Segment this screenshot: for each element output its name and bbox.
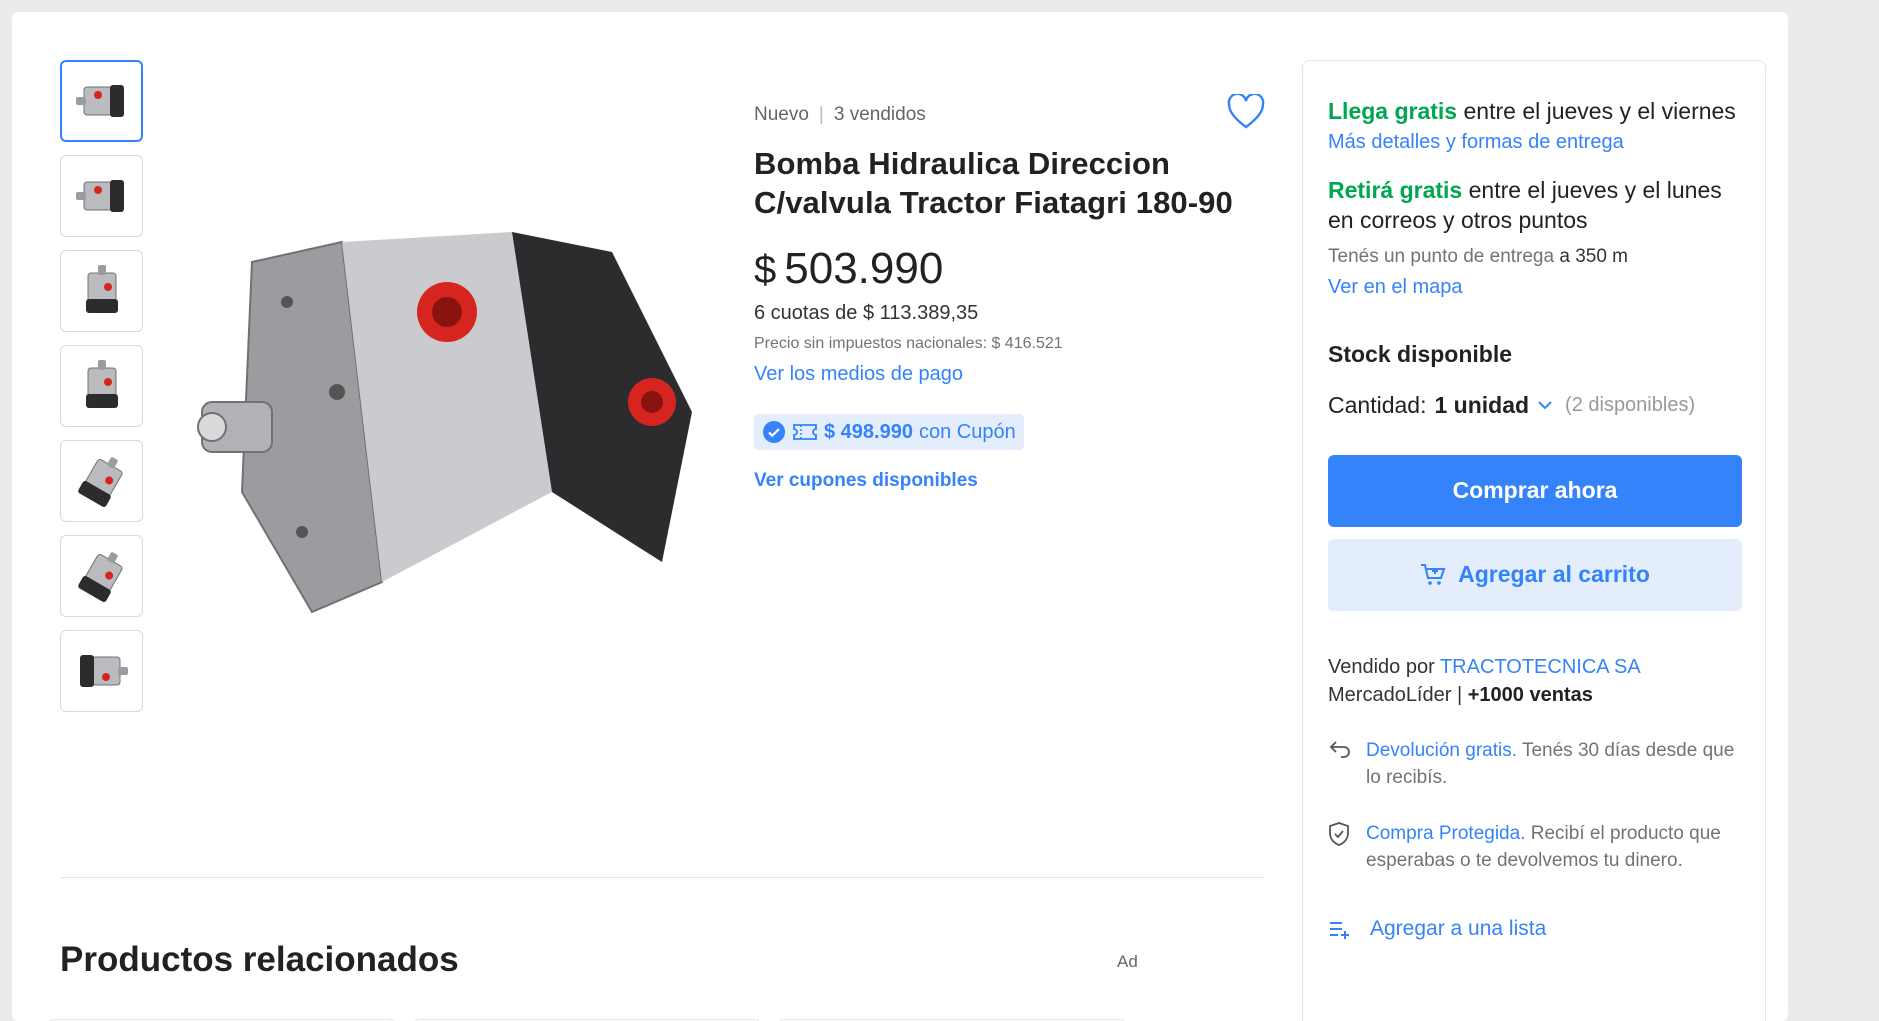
available-coupons-link[interactable]: Ver cupones disponibles: [754, 470, 1274, 492]
quantity-selector[interactable]: Cantidad: 1 unidad (2 disponibles): [1328, 392, 1740, 419]
favorite-button[interactable]: [1227, 92, 1265, 130]
condition-label: Nuevo: [754, 104, 809, 125]
product-info: Nuevo | 3 vendidos Bomba Hidraulica Dire…: [754, 104, 1274, 492]
buy-box: Llega gratis entre el jueves y el vierne…: [1302, 60, 1766, 1021]
price-value: 503.990: [784, 244, 944, 294]
seller-sales: +1000 ventas: [1467, 683, 1593, 706]
product-subtitle: Nuevo | 3 vendidos: [754, 104, 1274, 126]
pickup-info: Retirá gratis entre el jueves y el lunes…: [1328, 176, 1740, 236]
return-benefit: Devolución gratis. Tenés 30 días desde q…: [1328, 737, 1740, 792]
section-divider: [60, 877, 1265, 878]
product-thumbnail[interactable]: [60, 60, 143, 142]
product-thumbnail[interactable]: [60, 250, 143, 332]
heart-icon: [1227, 92, 1265, 129]
product-thumbnail[interactable]: [60, 155, 143, 237]
ad-label: Ad: [1117, 952, 1138, 971]
separator: |: [818, 104, 824, 125]
add-to-cart-button[interactable]: Agregar al carrito: [1328, 538, 1742, 611]
coupon-badge: $ 498.990 con Cupón: [754, 414, 1024, 451]
shipping-details-link[interactable]: Más detalles y formas de entrega: [1328, 131, 1740, 154]
add-to-list-link[interactable]: Agregar a una lista: [1328, 917, 1740, 941]
protected-purchase-link[interactable]: Compra Protegida.: [1366, 823, 1525, 844]
pickup-point-text: Tenés un punto de entrega: [1328, 245, 1555, 267]
shield-check-icon: [1328, 820, 1352, 875]
pickup-highlight: Retirá gratis: [1328, 176, 1463, 203]
quantity-value: 1 unidad: [1434, 391, 1530, 418]
stock-label: Stock disponible: [1328, 340, 1513, 367]
chevron-down-icon: [1538, 401, 1552, 410]
cart-plus-icon: [1421, 563, 1446, 585]
installments-text: 6 cuotas de $ 113.389,35: [754, 302, 979, 325]
product-thumbnail[interactable]: [60, 535, 143, 617]
currency-symbol: $: [754, 248, 777, 293]
product-price: $ 503.990: [754, 244, 1274, 294]
add-to-list-label: Agregar a una lista: [1370, 916, 1547, 940]
pickup-point-distance: a 350 m: [1559, 245, 1629, 267]
seller-name-link[interactable]: TRACTOTECNICA SA: [1440, 656, 1641, 678]
coupon-amount: $ 498.990: [824, 420, 913, 443]
related-products-title: Productos relacionados: [60, 940, 459, 979]
product-thumbnail[interactable]: [60, 440, 143, 522]
ticket-icon: [793, 424, 817, 440]
thumbnail-list: [60, 60, 143, 725]
seller-info: Vendido por TRACTOTECNICA SA MercadoLíde…: [1328, 653, 1740, 709]
main-product-image[interactable]: [192, 232, 712, 632]
product-title: Bomba Hidraulica Direccion C/valvula Tra…: [754, 146, 1233, 221]
check-circle-icon: [763, 421, 785, 444]
protected-purchase-benefit: Compra Protegida. Recibí el producto que…: [1328, 820, 1740, 875]
tax-note: Precio sin impuestos nacionales: $ 416.5…: [754, 335, 1063, 353]
product-thumbnail[interactable]: [60, 630, 143, 712]
seller-level: MercadoLíder |: [1328, 683, 1463, 706]
map-link[interactable]: Ver en el mapa: [1328, 276, 1740, 299]
shipping-highlight: Llega gratis: [1328, 98, 1458, 124]
shipping-text: entre el jueves y el viernes: [1463, 98, 1736, 124]
return-arrow-icon: [1328, 737, 1352, 792]
pickup-point-info: Tenés un punto de entrega a 350 m: [1328, 246, 1740, 268]
shipping-info: Llega gratis entre el jueves y el vierne…: [1328, 97, 1740, 127]
coupon-suffix: con Cupón: [918, 420, 1016, 443]
add-to-cart-label: Agregar al carrito: [1458, 561, 1650, 588]
sold-by-label: Vendido por: [1328, 655, 1435, 678]
quantity-available: (2 disponibles): [1565, 393, 1696, 416]
quantity-label: Cantidad:: [1328, 391, 1427, 418]
payment-methods-link[interactable]: Ver los medios de pago: [754, 363, 1274, 386]
free-return-link[interactable]: Devolución gratis.: [1366, 740, 1517, 761]
list-add-icon: [1330, 921, 1349, 939]
sold-count: 3 vendidos: [833, 104, 926, 125]
buy-now-button[interactable]: Comprar ahora: [1328, 454, 1742, 527]
product-thumbnail[interactable]: [60, 345, 143, 427]
product-card: Nuevo | 3 vendidos Bomba Hidraulica Dire…: [12, 12, 1788, 1021]
